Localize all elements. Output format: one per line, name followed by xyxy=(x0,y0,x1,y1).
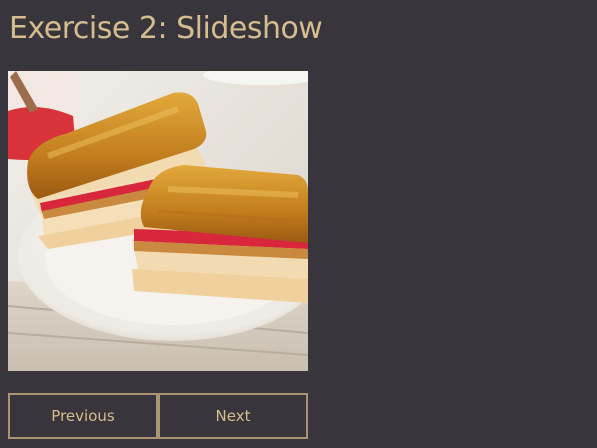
page: Exercise 2: Slideshow Previous Next xyxy=(0,0,597,448)
slide-image xyxy=(8,71,308,371)
page-title: Exercise 2: Slideshow xyxy=(9,11,323,46)
previous-button[interactable]: Previous xyxy=(8,393,158,439)
slideshow-controls: Previous Next xyxy=(8,393,308,439)
next-button[interactable]: Next xyxy=(158,393,308,439)
sandwich-photo xyxy=(8,71,308,371)
